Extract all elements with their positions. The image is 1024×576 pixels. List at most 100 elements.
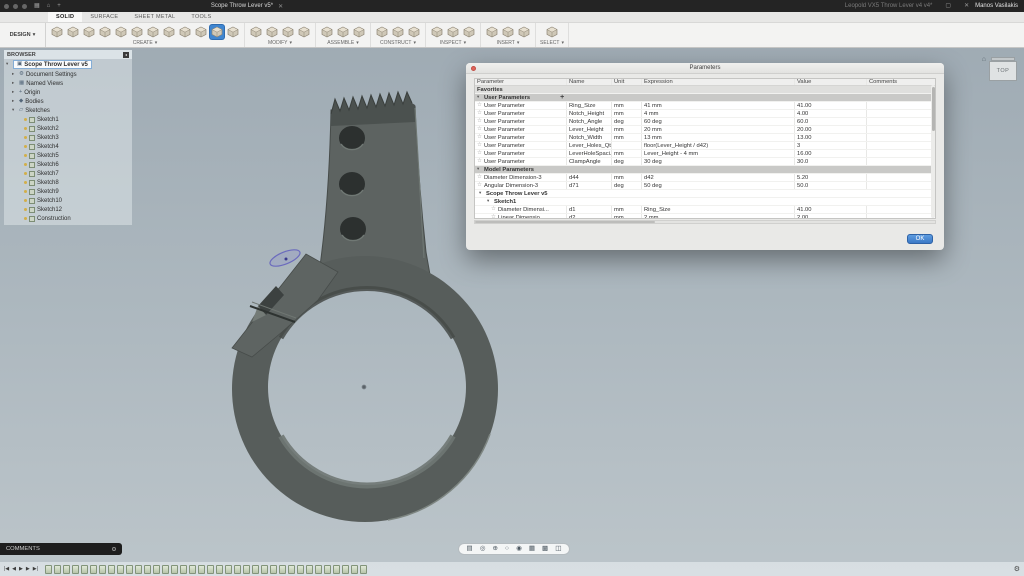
- timeline-feature-sketch[interactable]: [63, 565, 70, 574]
- parameter-row[interactable]: ☆User ParameterNotch_Angledeg60 deg60.0: [475, 118, 935, 126]
- parameter-name[interactable]: ClampAngle: [567, 158, 612, 165]
- viewports-icon[interactable]: ◫: [555, 546, 561, 553]
- construction-point-icon[interactable]: [407, 25, 421, 39]
- timeline-feature-sketch[interactable]: [306, 565, 313, 574]
- tab-sheet-metal[interactable]: SHEET METAL: [126, 12, 183, 22]
- chevron-right-icon[interactable]: ▸: [12, 90, 17, 95]
- lightbulb-icon[interactable]: [24, 127, 27, 130]
- construction-axis-icon[interactable]: [391, 25, 405, 39]
- toolbar-group-label-assemble[interactable]: ASSEMBLE▾: [327, 40, 358, 46]
- favorite-star-icon[interactable]: ☆: [477, 143, 482, 149]
- parameter-comment[interactable]: [867, 182, 935, 189]
- timeline-feature-sketch[interactable]: [171, 565, 178, 574]
- browser-node-bodies[interactable]: ▸◆Bodies: [4, 97, 132, 106]
- timeline-feature-sketch[interactable]: [288, 565, 295, 574]
- parameter-row[interactable]: ☆Linear Dimensio...d2mm2 mm2.00: [475, 214, 935, 219]
- parameter-expression[interactable]: d42: [642, 174, 795, 181]
- favorite-star-icon[interactable]: ☆: [491, 207, 496, 213]
- parameter-comment[interactable]: [867, 158, 935, 165]
- user-name[interactable]: Manos Vasilakis: [975, 3, 1018, 9]
- parameter-expression[interactable]: 2 mm: [642, 214, 795, 219]
- revolve-icon[interactable]: [194, 25, 208, 39]
- browser-sketch-sketch1[interactable]: Sketch1: [4, 115, 132, 124]
- joint-icon[interactable]: [336, 25, 350, 39]
- lightbulb-icon[interactable]: [24, 136, 27, 139]
- parameter-name[interactable]: d1: [567, 206, 612, 213]
- box-icon[interactable]: [82, 25, 96, 39]
- parameter-row[interactable]: ☆User ParameterLever_Holes_Qtyfloor(Leve…: [475, 142, 935, 150]
- favorite-star-icon[interactable]: ☆: [477, 135, 482, 141]
- offset-plane-icon[interactable]: [375, 25, 389, 39]
- favorite-star-icon[interactable]: ☆: [477, 103, 482, 109]
- data-panel-icon[interactable]: ▦: [34, 3, 40, 9]
- display-settings-icon[interactable]: ▦: [529, 546, 535, 553]
- timeline-feature-sketch[interactable]: [342, 565, 349, 574]
- dialog-close-button[interactable]: [471, 66, 476, 71]
- insert-mesh-icon[interactable]: [485, 25, 499, 39]
- coil-icon[interactable]: [146, 25, 160, 39]
- timeline-feature-sketch[interactable]: [99, 565, 106, 574]
- parameter-expression[interactable]: 4 mm: [642, 110, 795, 117]
- lightbulb-icon[interactable]: [24, 172, 27, 175]
- browser-sketch-sketch12[interactable]: Sketch12: [4, 205, 132, 214]
- search-icon[interactable]: ◎: [480, 546, 486, 553]
- parameter-comment[interactable]: [867, 118, 935, 125]
- parameter-row[interactable]: ☆Diameter Dimension-3d44mmd425.20: [475, 174, 935, 182]
- parameter-expression[interactable]: Ring_Size: [642, 206, 795, 213]
- parameter-comment[interactable]: [867, 126, 935, 133]
- close-background-tab-icon[interactable]: ✕: [964, 3, 969, 9]
- timeline-feature-sketch[interactable]: [234, 565, 241, 574]
- timeline-feature-sketch[interactable]: [333, 565, 340, 574]
- parameter-expression[interactable]: floor(Lever_Height / d42): [642, 142, 795, 149]
- tab-solid[interactable]: SOLID: [48, 12, 82, 22]
- toolbar-group-label-construct[interactable]: CONSTRUCT▾: [380, 40, 416, 46]
- parameter-expression[interactable]: 60 deg: [642, 118, 795, 125]
- press-pull-icon[interactable]: [249, 25, 263, 39]
- toolbar-group-label-insert[interactable]: INSERT▾: [497, 40, 520, 46]
- parameter-comment[interactable]: [867, 102, 935, 109]
- favorite-star-icon[interactable]: ☆: [491, 215, 496, 219]
- pan-icon[interactable]: ⊕: [493, 546, 498, 553]
- parameter-expression[interactable]: 41 mm: [642, 102, 795, 109]
- comments-avatar-icon[interactable]: [112, 547, 116, 551]
- lightbulb-icon[interactable]: [24, 145, 27, 148]
- browser-sketch-sketch5[interactable]: Sketch5: [4, 151, 132, 160]
- scrollbar-thumb[interactable]: [475, 221, 655, 223]
- timeline-feature-sketch[interactable]: [126, 565, 133, 574]
- sketch-point[interactable]: [285, 258, 288, 261]
- torus-icon[interactable]: [130, 25, 144, 39]
- timeline-feature-sketch[interactable]: [108, 565, 115, 574]
- measure-icon[interactable]: [430, 25, 444, 39]
- window-close-button[interactable]: [4, 4, 9, 9]
- column-unit[interactable]: Unit: [612, 79, 642, 85]
- interference-icon[interactable]: [446, 25, 460, 39]
- timeline-feature-sketch[interactable]: [297, 565, 304, 574]
- lightbulb-icon[interactable]: [24, 199, 27, 202]
- viewcube-cube[interactable]: TOP: [988, 56, 1018, 82]
- origin-point[interactable]: [362, 385, 366, 389]
- canvas-icon[interactable]: [517, 25, 531, 39]
- timeline-feature-sketch[interactable]: [216, 565, 223, 574]
- chevron-right-icon[interactable]: ▸: [12, 72, 17, 77]
- parameter-name[interactable]: Lever_Holes_Qty: [567, 142, 612, 149]
- timeline-feature-sketch[interactable]: [117, 565, 124, 574]
- rigid-group-icon[interactable]: [352, 25, 366, 39]
- parameter-expression[interactable]: 50 deg: [642, 182, 795, 189]
- browser-node-document-settings[interactable]: ▸⚙Document Settings: [4, 70, 132, 79]
- parameter-row[interactable]: ☆User ParameterRing_Sizemm41 mm41.00: [475, 102, 935, 110]
- create-sketch-icon[interactable]: [66, 25, 80, 39]
- parameter-comment[interactable]: [867, 142, 935, 149]
- sweep-icon[interactable]: [226, 25, 240, 39]
- column-expression[interactable]: Expression: [642, 79, 795, 85]
- favorites-row[interactable]: Favorites: [475, 86, 935, 94]
- root-document-box[interactable]: ▣ Scope Throw Lever v5: [13, 60, 92, 69]
- lightbulb-icon[interactable]: [24, 190, 27, 193]
- look-at-icon[interactable]: ◉: [516, 546, 522, 553]
- parameter-row[interactable]: ☆User ParameterLeverHoleSpaci...mmLever_…: [475, 150, 935, 158]
- timeline-feature-sketch[interactable]: [261, 565, 268, 574]
- comments-bar[interactable]: COMMENTS: [0, 543, 122, 555]
- parameter-comment[interactable]: [867, 134, 935, 141]
- parameter-name[interactable]: Lever_Height: [567, 126, 612, 133]
- play-button[interactable]: ▶: [19, 567, 23, 572]
- home-icon[interactable]: ⌂: [47, 3, 51, 9]
